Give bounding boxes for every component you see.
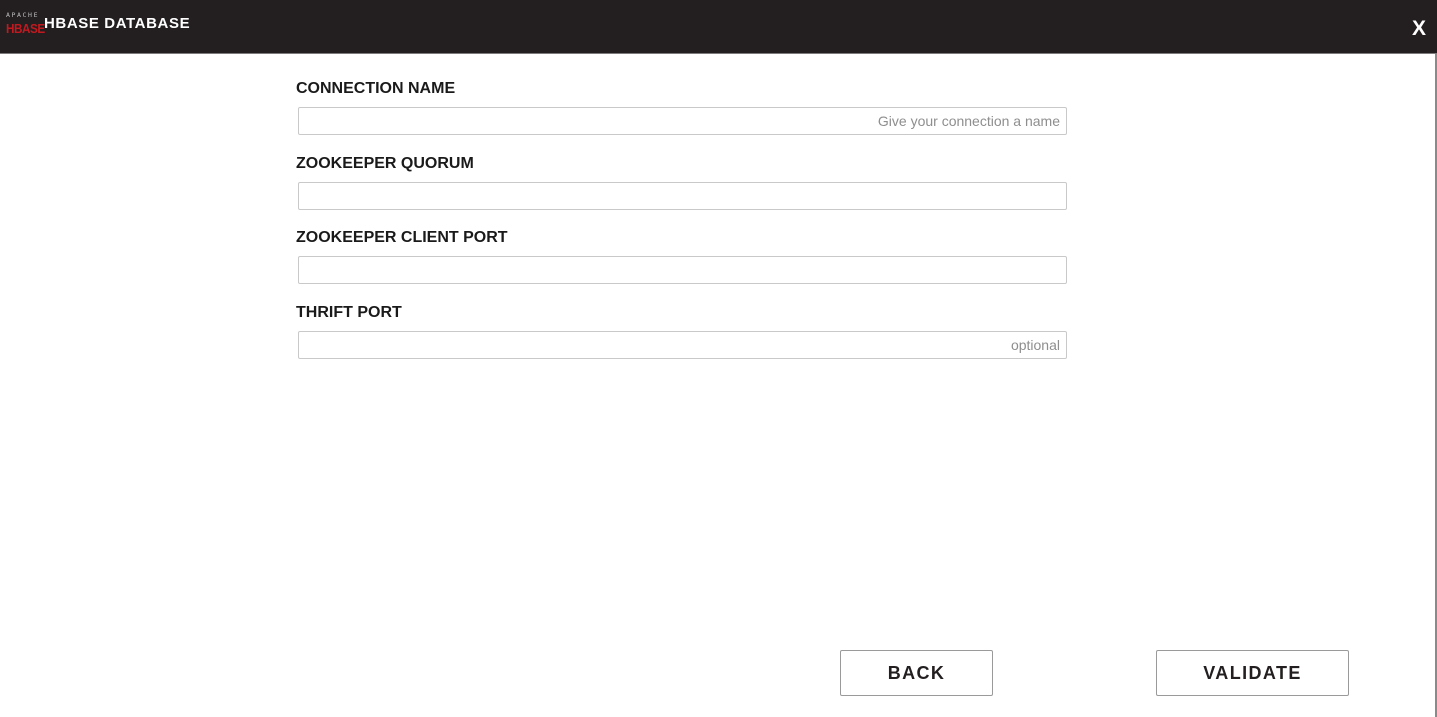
logo-hbase-text: HBASE: [6, 21, 45, 36]
title-bar: APACHE HBASE HBASE DATABASE X: [0, 0, 1437, 54]
connection-name-field: CONNECTION NAME: [296, 78, 1068, 153]
hbase-logo: APACHE HBASE: [6, 11, 45, 40]
validate-button[interactable]: VALIDATE: [1156, 650, 1349, 696]
zookeeper-quorum-label: ZOOKEEPER QUORUM: [296, 154, 474, 172]
zookeeper-quorum-input[interactable]: [298, 181, 1067, 210]
window-title: HBASE DATABASE: [44, 15, 191, 32]
zookeeper-client-port-field: ZOOKEEPER CLIENT PORT: [296, 227, 1068, 302]
connection-name-input[interactable]: [298, 107, 1067, 135]
thrift-port-label: THRIFT PORT: [296, 303, 402, 321]
back-button[interactable]: BACK: [840, 650, 993, 696]
connection-form: CONNECTION NAME ZOOKEEPER QUORUM ZOOKEEP…: [296, 78, 1068, 376]
close-button[interactable]: X: [1412, 17, 1426, 41]
connection-name-label: CONNECTION NAME: [296, 80, 456, 97]
zookeeper-client-port-input[interactable]: [298, 256, 1067, 284]
zookeeper-quorum-field: ZOOKEEPER QUORUM: [296, 153, 1068, 228]
thrift-port-field: THRIFT PORT: [296, 302, 1068, 377]
thrift-port-input[interactable]: [298, 330, 1067, 359]
logo-apache-text: APACHE: [6, 11, 40, 19]
zookeeper-client-port-label: ZOOKEEPER CLIENT PORT: [296, 229, 508, 246]
